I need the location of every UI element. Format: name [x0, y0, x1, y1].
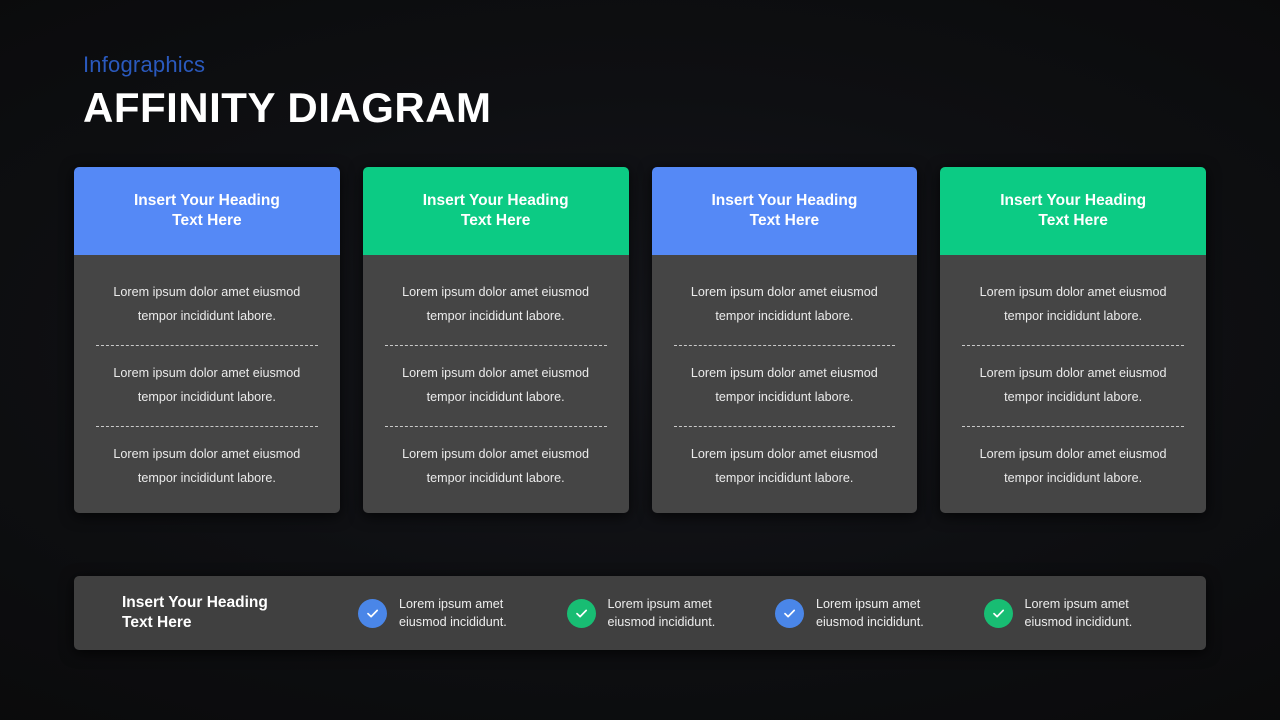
card-heading-text: Insert Your Heading Text Here [133, 191, 280, 229]
card-heading-text: Insert Your Heading Text Here [1000, 191, 1147, 229]
dashed-divider [384, 344, 607, 346]
card-body: Lorem ipsum dolor amet eiusmod tempor in… [362, 255, 629, 513]
affinity-card-row: Insert Your Heading Text Here Lorem ipsum… [74, 167, 1206, 513]
card-header: Insert Your Heading Text Here [362, 167, 629, 255]
affinity-card[interactable]: Insert Your Heading Text Here Lorem ipsum… [362, 167, 629, 513]
legend-item[interactable]: Lorem ipsum amet eiusmod incididunt. [566, 595, 776, 632]
card-item-text: Lorem ipsum dolor amet eiusmod tempor in… [402, 285, 590, 323]
slide-header: Infographics AFFINITY DIAGRAM [83, 52, 492, 131]
legend-item-text: Lorem ipsum amet eiusmod incididunt. [1024, 596, 1133, 629]
card-body: Lorem ipsum dolor amet eiusmod tempor in… [651, 255, 918, 513]
legend-heading: Insert Your Heading Text Here [122, 593, 268, 631]
dashed-divider [962, 344, 1184, 346]
card-heading-text: Insert Your Heading Text Here [422, 191, 569, 229]
legend-item-text: Lorem ipsum amet eiusmod incididunt. [816, 596, 924, 629]
legend-item-text: Lorem ipsum amet eiusmod incididunt. [607, 596, 716, 629]
dashed-divider [96, 344, 318, 346]
card-item-text: Lorem ipsum dolor amet eiusmod tempor in… [690, 285, 878, 323]
card-item-text: Lorem ipsum dolor amet eiusmod tempor in… [402, 365, 590, 404]
legend-item[interactable]: Lorem ipsum amet eiusmod incididunt. [358, 595, 567, 632]
dashed-divider [96, 425, 318, 427]
card-item-text: Lorem ipsum dolor amet eiusmod tempor in… [979, 446, 1167, 485]
card-item-text: Lorem ipsum dolor amet eiusmod tempor in… [979, 285, 1167, 323]
card-item-text: Lorem ipsum dolor amet eiusmod tempor in… [113, 285, 301, 323]
legend-item[interactable]: Lorem ipsum amet eiusmod incididunt. [983, 595, 1193, 632]
page-title: AFFINITY DIAGRAM [83, 84, 492, 132]
card-item-text: Lorem ipsum dolor amet eiusmod tempor in… [979, 365, 1167, 404]
card-header: Insert Your Heading Text Here [651, 167, 918, 255]
eyebrow-label: Infographics [83, 52, 206, 77]
affinity-card[interactable]: Insert Your Heading Text Here Lorem ipsum… [651, 167, 918, 513]
card-header: Insert Your Heading Text Here [74, 167, 340, 255]
legend-item-text: Lorem ipsum amet eiusmod incididunt. [399, 596, 507, 629]
check-circle-icon [566, 598, 596, 628]
legend-item-list: Lorem ipsum amet eiusmod incididunt. Lore… [358, 595, 1192, 632]
card-item-text: Lorem ipsum dolor amet eiusmod tempor in… [402, 446, 590, 485]
card-header: Insert Your Heading Text Here [940, 167, 1206, 255]
card-heading-text: Insert Your Heading Text Here [711, 191, 858, 229]
card-item-text: Lorem ipsum dolor amet eiusmod tempor in… [690, 446, 878, 485]
affinity-diagram-slide: Infographics AFFINITY DIAGRAM Insert You… [0, 0, 1280, 720]
dashed-divider [673, 425, 896, 427]
dashed-divider [673, 344, 896, 346]
card-body: Lorem ipsum dolor amet eiusmod tempor in… [74, 255, 340, 513]
check-circle-icon [358, 598, 387, 628]
check-circle-icon [983, 598, 1013, 628]
legend-item[interactable]: Lorem ipsum amet eiusmod incididunt. [775, 595, 984, 632]
dashed-divider [384, 425, 607, 427]
affinity-card[interactable]: Insert Your Heading Text Here Lorem ipsum… [74, 167, 340, 513]
dashed-divider [962, 425, 1184, 427]
check-circle-icon [775, 598, 804, 628]
affinity-card[interactable]: Insert Your Heading Text Here Lorem ipsum… [940, 167, 1206, 513]
card-item-text: Lorem ipsum dolor amet eiusmod tempor in… [113, 446, 301, 485]
card-body: Lorem ipsum dolor amet eiusmod tempor in… [940, 255, 1206, 513]
card-item-text: Lorem ipsum dolor amet eiusmod tempor in… [113, 365, 301, 404]
legend-bar: Insert Your Heading Text Here Lorem ipsu… [74, 576, 1206, 650]
card-item-text: Lorem ipsum dolor amet eiusmod tempor in… [690, 365, 878, 404]
